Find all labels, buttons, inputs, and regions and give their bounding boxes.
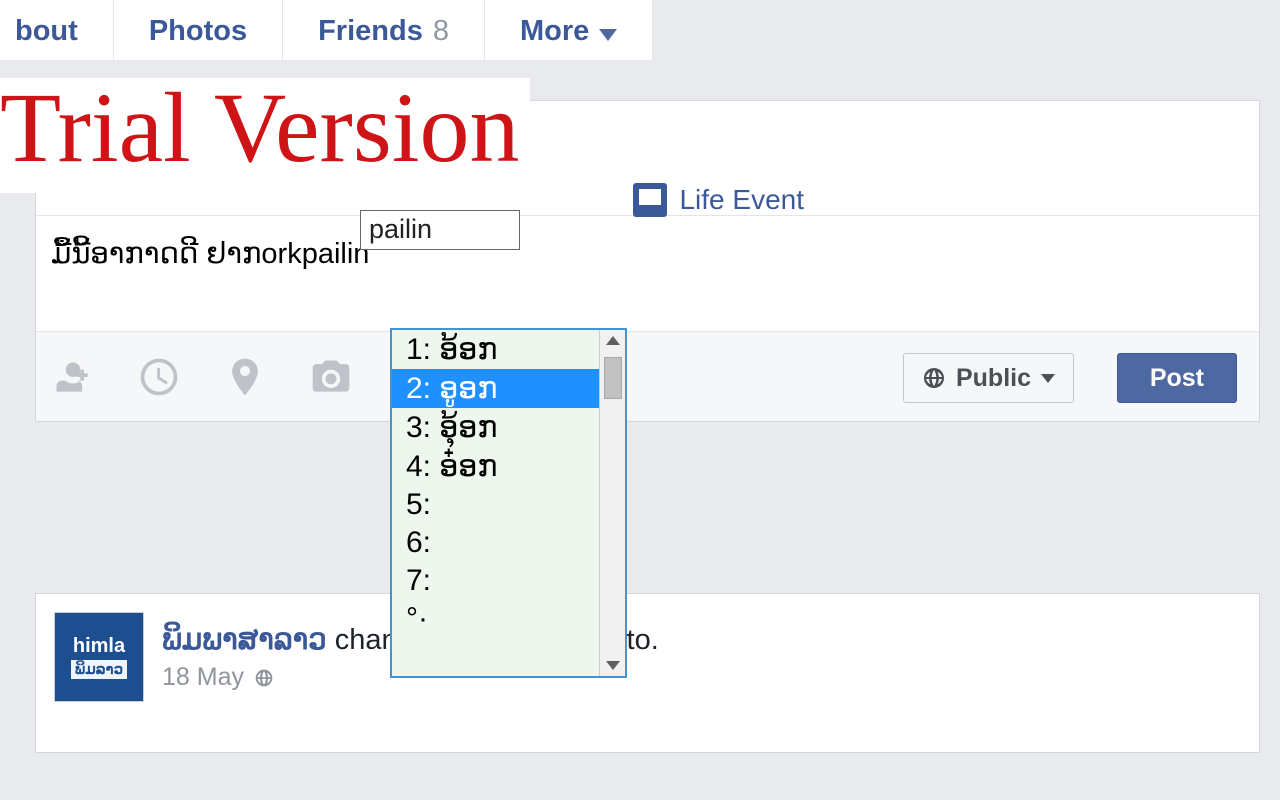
ime-candidate-list: 1: ອ້ອກ 2: ອູອກ 3: ອຸ້ອກ 4: ອ໋ອກ 5: 6: 7… — [392, 330, 599, 676]
ime-inline-candidate[interactable]: pailin — [360, 210, 520, 250]
life-event-label: Life Event — [679, 184, 804, 216]
privacy-selector[interactable]: Public — [903, 353, 1074, 403]
ime-candidate-7[interactable]: 7: — [392, 562, 599, 600]
scroll-thumb[interactable] — [604, 357, 622, 399]
ime-candidate-1[interactable]: 1: ອ້ອກ — [392, 330, 599, 369]
feed-story: himla ພິມລາວ ພິມພາສາລາວ changed his cove… — [35, 593, 1260, 753]
watermark-text: Trial Version — [0, 72, 520, 183]
tab-friends-label: Friends — [318, 15, 423, 48]
composer-footer: Public Post — [36, 331, 1259, 421]
globe-icon — [922, 366, 946, 390]
story-meta: 18 May — [162, 663, 1241, 692]
privacy-label: Public — [956, 364, 1031, 393]
tab-photos[interactable]: Photos — [114, 0, 283, 60]
globe-icon — [254, 668, 274, 688]
chevron-down-icon — [599, 29, 617, 41]
ime-candidate-3[interactable]: 3: ອຸ້ອກ — [392, 408, 599, 447]
profile-nav-tabs: bout Photos Friends 8 More — [0, 0, 653, 60]
ime-candidate-8[interactable]: °· — [392, 600, 599, 638]
composer-text: ມື້ນີ້ອາກາດດີ ຢາກorkpailin — [51, 238, 369, 270]
tab-friends[interactable]: Friends 8 — [283, 0, 485, 60]
flag-icon — [633, 183, 667, 217]
ime-candidate-4[interactable]: 4: ອ໋ອກ — [392, 447, 599, 486]
friends-count: 8 — [433, 15, 449, 48]
post-button[interactable]: Post — [1117, 353, 1237, 403]
ime-candidate-2[interactable]: 2: ອູອກ — [392, 369, 599, 408]
avatar-line1: himla — [73, 636, 125, 656]
avatar-line2: ພິມລາວ — [71, 660, 127, 679]
ime-candidate-6[interactable]: 6: — [392, 524, 599, 562]
tag-people-icon[interactable] — [51, 355, 95, 399]
chevron-down-icon — [1041, 374, 1055, 383]
ime-candidate-5[interactable]: 5: — [392, 486, 599, 524]
story-author[interactable]: ພິມພາສາລາວ — [162, 624, 327, 656]
post-label: Post — [1150, 364, 1204, 393]
tab-photos-label: Photos — [149, 15, 247, 48]
tab-about-label: bout — [15, 15, 78, 48]
tab-more-label: More — [520, 15, 589, 48]
scroll-down-icon[interactable] — [606, 661, 620, 670]
camera-icon[interactable] — [309, 355, 353, 399]
tab-more[interactable]: More — [485, 0, 653, 60]
composer-textarea[interactable]: ມື້ນີ້ອາກາດດີ ຢາກorkpailin — [36, 216, 1259, 331]
trial-watermark: Trial Version — [0, 78, 530, 193]
scroll-up-icon[interactable] — [606, 336, 620, 345]
ime-inline-text: pailin — [369, 214, 432, 244]
ime-candidate-panel: 1: ອ້ອກ 2: ອູອກ 3: ອຸ້ອກ 4: ອ໋ອກ 5: 6: 7… — [390, 328, 627, 678]
story-headline: ພິມພາສາລາວ changed his cover photo. — [54, 612, 1241, 657]
ime-scrollbar[interactable] — [599, 330, 625, 676]
life-event-button[interactable]: Life Event — [633, 183, 804, 217]
location-icon[interactable] — [223, 355, 267, 399]
tab-about[interactable]: bout — [0, 0, 114, 60]
avatar[interactable]: himla ພິມລາວ — [54, 612, 144, 702]
story-date[interactable]: 18 May — [162, 663, 244, 692]
clock-icon[interactable] — [137, 355, 181, 399]
